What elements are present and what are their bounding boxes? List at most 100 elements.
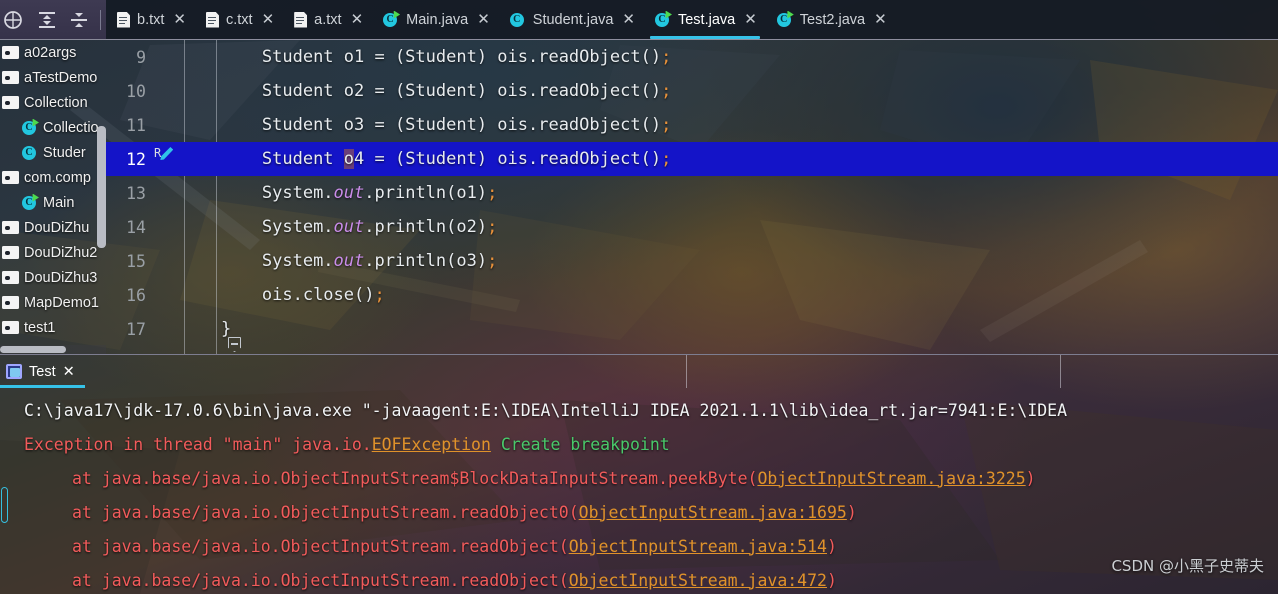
- code-text: Student o4 = (Student) ois.readObject();: [261, 149, 672, 169]
- editor-tab-bar: b.txt ✕ c.txt ✕ a.txt ✕ C Main.java ✕ C Student.ja…: [106, 0, 1278, 40]
- sidebar-item-label: Collectio: [43, 119, 99, 136]
- code-editor[interactable]: 9 Student o1 = (Student) ois.readObject(…: [106, 40, 1278, 354]
- tab-close-icon[interactable]: ✕: [622, 12, 635, 27]
- code-line-12[interactable]: 12 Student o4 = (Student) ois.readObject…: [106, 142, 1278, 176]
- stack-frame-link[interactable]: ObjectInputStream.java:1695: [579, 503, 847, 522]
- sidebar-item-studer[interactable]: C Studer: [0, 140, 106, 165]
- editor-tab-label: Test.java: [677, 11, 736, 28]
- stack-frame-text: at java.base/java.io.ObjectInputStream$B…: [72, 468, 758, 488]
- editor-tab-label: Test2.java: [799, 11, 866, 28]
- stack-frame-suffix: ): [846, 502, 857, 522]
- code-line-9[interactable]: 9 Student o1 = (Student) ois.readObject(…: [106, 40, 1278, 74]
- editor-tab-test2-java[interactable]: C Test2.java ✕: [766, 0, 896, 39]
- sidebar-item-label: Collection: [24, 94, 88, 111]
- editor-tab-main-java[interactable]: C Main.java ✕: [372, 0, 499, 39]
- select-opened-file-icon[interactable]: [4, 9, 26, 31]
- code-text: System.out.println(o3);: [261, 251, 498, 271]
- tab-close-icon[interactable]: ✕: [173, 12, 186, 27]
- editor-tab-b-txt[interactable]: b.txt ✕: [106, 0, 195, 39]
- console-gutter: [0, 387, 10, 594]
- editor-tab-a-txt[interactable]: a.txt ✕: [283, 0, 372, 39]
- sidebar-horizontal-scrollbar[interactable]: [0, 345, 106, 354]
- sidebar-item-test1[interactable]: test1: [0, 315, 106, 340]
- stack-frame-suffix: ): [1025, 468, 1036, 488]
- exception-type-link[interactable]: EOFException: [372, 435, 491, 454]
- stack-trace-line: at java.base/java.io.ObjectInputStream.r…: [0, 495, 1278, 529]
- sidebar-vertical-scrollbar[interactable]: [97, 126, 106, 248]
- project-tree-sidebar[interactable]: a02args aTestDemo Collection C Collectio C Stu…: [0, 40, 106, 354]
- folder-icon: [2, 71, 19, 84]
- console-command-line: C:\java17\jdk-17.0.6\bin\java.exe "-java…: [0, 393, 1278, 427]
- run-tab-test[interactable]: Test ✕: [0, 355, 85, 388]
- stack-frame-link[interactable]: ObjectInputStream.java:3225: [757, 469, 1025, 488]
- sidebar-item-collectio[interactable]: C Collectio: [0, 115, 106, 140]
- tab-close-icon[interactable]: ✕: [351, 12, 364, 27]
- line-number: 11: [126, 115, 146, 135]
- expand-all-icon[interactable]: [36, 9, 58, 31]
- tab-close-icon[interactable]: ✕: [874, 12, 887, 27]
- code-line-10[interactable]: 10 Student o2 = (Student) ois.readObject…: [106, 74, 1278, 108]
- run-tool-window-tabbar: Test ✕: [0, 354, 1278, 388]
- folder-icon: [2, 96, 19, 109]
- semicolon: ;: [487, 251, 498, 271]
- line-number: 15: [126, 251, 146, 271]
- sidebar-item-mapdemo1[interactable]: MapDemo1: [0, 290, 106, 315]
- sidebar-item-collection[interactable]: Collection: [0, 90, 106, 115]
- tab-close-icon[interactable]: ✕: [744, 12, 757, 27]
- sidebar-item-a02args[interactable]: a02args: [0, 40, 106, 65]
- run-tab-label: Test: [29, 363, 56, 380]
- editor-tab-student-java[interactable]: C Student.java ✕: [499, 0, 644, 39]
- semicolon: ;: [374, 285, 385, 305]
- top-toolbar: b.txt ✕ c.txt ✕ a.txt ✕ C Main.java ✕ C Student.ja…: [0, 0, 1278, 40]
- stack-frame-text: at java.base/java.io.ObjectInputStream.r…: [72, 502, 579, 522]
- text-file-icon: [294, 12, 307, 28]
- folder-icon: [2, 46, 19, 59]
- line-number: 16: [126, 285, 146, 305]
- code-text: }: [220, 319, 232, 339]
- code-text: System.out.println(o1);: [261, 183, 498, 203]
- code-line-17[interactable]: 17 }: [106, 312, 1278, 352]
- sidebar-item-doudizhu2[interactable]: DouDiZhu2: [0, 240, 106, 265]
- fold-collapse-icon[interactable]: [228, 337, 241, 352]
- sidebar-item-atestdemo[interactable]: aTestDemo: [0, 65, 106, 90]
- sidebar-item-doudizhu3[interactable]: DouDiZhu3: [0, 265, 106, 290]
- folder-icon: [2, 246, 19, 259]
- editor-tab-label: b.txt: [137, 11, 165, 28]
- project-panel-toolbar: [0, 0, 106, 40]
- sidebar-item-com.comp[interactable]: com.comp: [0, 165, 106, 190]
- java-class-icon: C: [22, 145, 38, 161]
- line-number: 14: [126, 217, 146, 237]
- sidebar-item-main[interactable]: C Main: [0, 190, 106, 215]
- stack-frame-link[interactable]: ObjectInputStream.java:514: [569, 537, 827, 556]
- java-class-icon: C: [383, 10, 401, 28]
- run-tab-close-icon[interactable]: ✕: [63, 364, 75, 380]
- stack-trace-line: at java.base/java.io.ObjectInputStream.r…: [0, 529, 1278, 563]
- sidebar-item-label: com.comp: [24, 169, 91, 186]
- editor-tab-c-txt[interactable]: c.txt ✕: [195, 0, 283, 39]
- sidebar-item-label: a02args: [24, 44, 77, 61]
- code-line-15[interactable]: 15 System.out.println(o3);: [106, 244, 1278, 278]
- sidebar-item-doudizhu[interactable]: DouDiZhu: [0, 215, 106, 240]
- line-number: 10: [126, 81, 146, 101]
- line-number: 17: [126, 319, 146, 339]
- java-class-icon: C: [654, 10, 672, 28]
- editor-tab-test-java[interactable]: C Test.java ✕: [644, 0, 766, 39]
- code-text: Student o2 = (Student) ois.readObject();: [261, 81, 672, 101]
- sidebar-item-label: DouDiZhu3: [24, 269, 98, 286]
- keyword-out: out: [333, 217, 365, 237]
- stack-frame-suffix: ): [826, 570, 837, 590]
- text-file-icon: [206, 12, 219, 28]
- folder-icon: [2, 321, 19, 334]
- create-breakpoint-hint[interactable]: Create breakpoint: [491, 435, 670, 454]
- tab-close-icon[interactable]: ✕: [477, 12, 490, 27]
- code-line-16[interactable]: 16 ois.close();: [106, 278, 1278, 312]
- editor-tab-label: a.txt: [314, 11, 342, 28]
- console-output[interactable]: C:\java17\jdk-17.0.6\bin\java.exe "-java…: [0, 387, 1278, 594]
- collapse-all-icon[interactable]: [68, 9, 90, 31]
- refactor-hint-gutter-icon[interactable]: R: [154, 147, 174, 160]
- code-line-13[interactable]: 13 System.out.println(o1);: [106, 176, 1278, 210]
- stack-frame-link[interactable]: ObjectInputStream.java:472: [569, 571, 827, 590]
- code-line-14[interactable]: 14 System.out.println(o2);: [106, 210, 1278, 244]
- code-line-11[interactable]: 11 Student o3 = (Student) ois.readObject…: [106, 108, 1278, 142]
- tab-close-icon[interactable]: ✕: [262, 12, 275, 27]
